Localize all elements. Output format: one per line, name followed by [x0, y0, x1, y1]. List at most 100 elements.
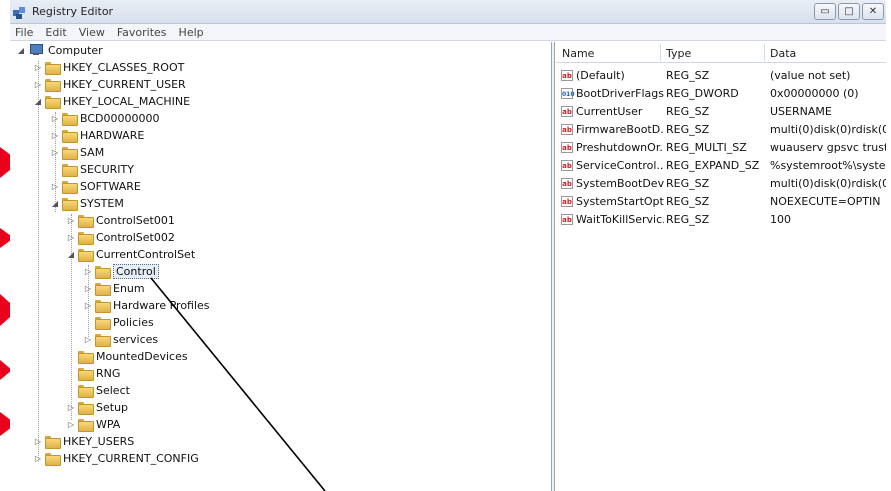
value-data: NOEXECUTE=OPTIN	[770, 194, 881, 208]
tree-node-currentcontrolset[interactable]: ◢ CurrentControlSet	[66, 246, 195, 262]
folder-icon	[62, 197, 78, 211]
column-divider[interactable]	[660, 44, 661, 61]
tree-node-label: SYSTEM	[80, 196, 124, 210]
folder-icon	[62, 146, 78, 160]
pane-splitter[interactable]	[552, 42, 555, 491]
folder-icon	[45, 61, 61, 75]
expand-arrow-icon[interactable]: ▷	[83, 335, 93, 344]
expand-arrow-icon[interactable]: ▷	[83, 284, 93, 293]
column-header-name[interactable]: Name	[562, 47, 594, 60]
expand-arrow-icon[interactable]: ▷	[33, 63, 43, 72]
tree-guide-line	[38, 61, 39, 462]
tree-node-computer[interactable]: ◢ Computer	[16, 42, 103, 58]
column-divider[interactable]	[764, 44, 765, 61]
tree-node-control[interactable]: ▷ Control	[83, 263, 159, 279]
value-type: REG_MULTI_SZ	[666, 140, 747, 154]
expand-arrow-icon[interactable]: ▷	[50, 148, 60, 157]
close-button[interactable]: ✕	[862, 3, 884, 20]
value-row[interactable]: ab CurrentUser REG_SZ USERNAME	[556, 102, 886, 120]
tree-node-software[interactable]: ▷ SOFTWARE	[50, 178, 141, 194]
value-row[interactable]: ab SystemBootDevi... REG_SZ multi(0)disk…	[556, 174, 886, 192]
tree-node-hkey-current-config[interactable]: ▷ HKEY_CURRENT_CONFIG	[33, 450, 199, 466]
value-data: wuauserv gpsvc trustedir	[770, 140, 886, 154]
expand-arrow-icon[interactable]: ▷	[83, 301, 93, 310]
expand-arrow-icon[interactable]: ▷	[33, 437, 43, 446]
value-row[interactable]: ab WaitToKillServic... REG_SZ 100	[556, 210, 886, 228]
tree-node-hkey-classes-root[interactable]: ▷ HKEY_CLASSES_ROOT	[33, 59, 184, 75]
value-data: 100	[770, 212, 791, 226]
folder-icon	[95, 316, 111, 330]
expand-arrow-icon[interactable]: ▷	[50, 182, 60, 191]
string-value-icon: ab	[561, 123, 573, 135]
expand-arrow-icon[interactable]: ▷	[33, 454, 43, 463]
window-title: Registry Editor	[32, 5, 114, 18]
value-name: PreshutdownOr...	[576, 140, 664, 154]
expand-arrow-icon[interactable]: ▷	[50, 114, 60, 123]
menu-edit[interactable]: Edit	[45, 26, 66, 39]
value-row[interactable]: ab FirmwareBootD... REG_SZ multi(0)disk(…	[556, 120, 886, 138]
tree-node-hardware-profiles[interactable]: ▷ Hardware Profiles	[83, 297, 210, 313]
collapse-arrow-icon[interactable]: ◢	[33, 97, 43, 106]
tree-node-hardware[interactable]: ▷ HARDWARE	[50, 127, 144, 143]
menu-help[interactable]: Help	[179, 26, 204, 39]
list-header: Name Type Data	[556, 42, 886, 63]
tree-node-system[interactable]: ◢ SYSTEM	[50, 195, 124, 211]
tree-node-select[interactable]: Select	[66, 382, 130, 398]
expand-arrow-icon[interactable]: ▷	[83, 267, 93, 276]
string-value-icon: ab	[561, 213, 573, 225]
tree-node-rng[interactable]: RNG	[66, 365, 120, 381]
expand-arrow-icon[interactable]: ▷	[66, 403, 76, 412]
tree-node-controlset001[interactable]: ▷ ControlSet001	[66, 212, 175, 228]
column-header-type[interactable]: Type	[666, 47, 691, 60]
value-row[interactable]: ab SystemStartOpti... REG_SZ NOEXECUTE=O…	[556, 192, 886, 210]
menu-file[interactable]: File	[15, 26, 33, 39]
tree-node-label: CurrentControlSet	[96, 247, 196, 261]
string-value-icon: ab	[561, 141, 573, 153]
collapse-arrow-icon[interactable]: ◢	[16, 46, 26, 55]
value-type: REG_EXPAND_SZ	[666, 158, 760, 172]
expand-arrow-icon[interactable]: ▷	[33, 80, 43, 89]
value-row[interactable]: ab ServiceControl... REG_EXPAND_SZ %syst…	[556, 156, 886, 174]
folder-icon	[78, 367, 94, 381]
tree-node-controlset002[interactable]: ▷ ControlSet002	[66, 229, 175, 245]
column-header-data[interactable]: Data	[770, 47, 796, 60]
tree-node-label: HKEY_CURRENT_CONFIG	[63, 451, 199, 465]
value-type: REG_DWORD	[666, 86, 739, 100]
tree-node-hkey-users[interactable]: ▷ HKEY_USERS	[33, 433, 134, 449]
tree-node-enum[interactable]: ▷ Enum	[83, 280, 145, 296]
tree-node-label: Select	[96, 383, 130, 397]
tree-node-hkey-local-machine[interactable]: ◢ HKEY_LOCAL_MACHINE	[33, 93, 190, 109]
menu-view[interactable]: View	[79, 26, 105, 39]
collapse-arrow-icon[interactable]: ◢	[50, 199, 60, 208]
expand-arrow-icon[interactable]: ▷	[50, 131, 60, 140]
value-name: SystemBootDevi...	[576, 176, 664, 190]
expand-arrow-icon[interactable]: ▷	[66, 420, 76, 429]
value-row[interactable]: 010 BootDriverFlags REG_DWORD 0x00000000…	[556, 84, 886, 102]
tree-node-label-selected: Control	[113, 263, 159, 279]
tree-node-sam[interactable]: ▷ SAM	[50, 144, 104, 160]
tree-node-services[interactable]: ▷ services	[83, 331, 158, 347]
expand-arrow-icon[interactable]: ▷	[66, 233, 76, 242]
minimize-button[interactable]: ▭	[814, 3, 836, 20]
collapse-arrow-icon[interactable]: ◢	[66, 250, 76, 259]
tree-node-setup[interactable]: ▷ Setup	[66, 399, 128, 415]
maximize-button[interactable]: □	[838, 3, 860, 20]
tree-node-policies[interactable]: Policies	[83, 314, 154, 330]
value-row[interactable]: ab (Default) REG_SZ (value not set)	[556, 66, 886, 84]
folder-icon	[78, 231, 94, 245]
registry-tree[interactable]: ◢ Computer ▷ HKEY_CLASSES_ROOT ▷ HKEY_CU…	[10, 42, 552, 491]
value-type: REG_SZ	[666, 122, 710, 136]
value-data: multi(0)disk(0)rdisk(0)par	[770, 122, 886, 136]
expand-arrow-icon[interactable]: ▷	[66, 216, 76, 225]
tree-node-hkey-current-user[interactable]: ▷ HKEY_CURRENT_USER	[33, 76, 186, 92]
tree-node-mounteddevices[interactable]: MountedDevices	[66, 348, 188, 364]
tree-node-security[interactable]: SECURITY	[50, 161, 134, 177]
folder-icon	[78, 418, 94, 432]
value-row[interactable]: ab PreshutdownOr... REG_MULTI_SZ wuauser…	[556, 138, 886, 156]
values-list[interactable]: Name Type Data ab (Default) REG_SZ (valu…	[556, 42, 886, 491]
menu-favorites[interactable]: Favorites	[117, 26, 167, 39]
tree-node-bcd00000000[interactable]: ▷ BCD00000000	[50, 110, 160, 126]
tree-node-label: HKEY_USERS	[63, 434, 135, 448]
folder-icon	[78, 248, 94, 262]
tree-node-wpa[interactable]: ▷ WPA	[66, 416, 120, 432]
